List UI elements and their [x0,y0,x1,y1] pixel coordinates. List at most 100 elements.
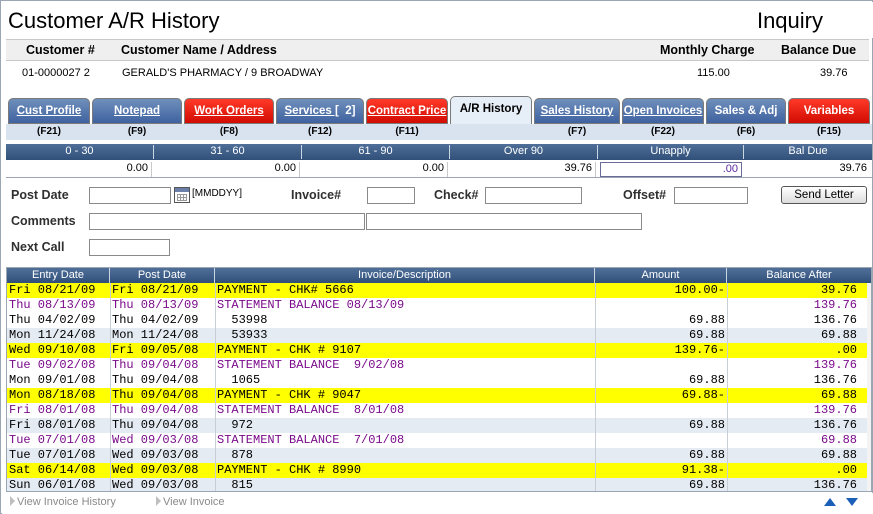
cell-post: Wed 09/03/08 [112,448,199,462]
fkey-label: (F22) [651,126,675,137]
cell-amount [595,298,725,313]
table-row[interactable]: Sat 06/14/08 Wed 09/03/08 PAYMENT - CHK # … [7,463,871,478]
tab-work-orders[interactable]: Work Orders [184,98,274,124]
cell-amount [595,403,725,418]
column-header-description[interactable]: Invoice/Description [215,268,595,283]
cell-balance: 136.76 [813,313,857,327]
mode-label: Inquiry [756,8,823,33]
table-row[interactable]: Wed 09/10/08 Fri 09/05/08 PAYMENT - CHK # … [7,343,871,358]
aging-values-row: 0.00 0.00 0.00 39.76 .00 39.76 [6,160,872,178]
check-label: Check# [434,188,479,202]
comments-input-2[interactable] [366,213,642,230]
comments-input-1[interactable] [89,213,365,230]
offset-input[interactable] [674,187,748,204]
tab-ar-history[interactable]: A/R History [450,96,532,124]
table-row[interactable]: Fri 08/01/08 Thu 09/04/08 972 69.88 136.76 [7,418,871,433]
cell-amount [595,358,725,373]
cell-balance: .00 [835,343,857,357]
table-row[interactable]: Sun 06/01/08 Wed 09/03/08 815 69.88 136.76 [7,478,871,492]
table-row[interactable]: Mon 09/01/08 Thu 09/04/08 1065 69.88 136.76 [7,373,871,388]
view-invoice-history-label: View Invoice History [17,496,116,508]
column-header-balance-after[interactable]: Balance After [727,268,871,283]
column-header-amount[interactable]: Amount [595,268,727,283]
table-row[interactable]: Fri 08/01/08 Thu 09/04/08 STATEMENT BALANC… [7,403,871,418]
cell-balance: 69.88 [820,433,857,447]
cell-entry: Thu 04/02/09 [9,313,96,327]
cell-post: Thu 09/04/08 [112,358,199,372]
cell-balance: 69.88 [820,328,857,342]
cell-desc: PAYMENT - CHK# 5666 [217,283,354,297]
cell-balance: 136.76 [813,478,857,492]
cell-amount: 69.88 [688,328,725,342]
tab-label: Sales & Adj [714,105,778,117]
cell-desc: STATEMENT BALANCE 7/01/08 [217,433,405,447]
offset-label: Offset# [623,188,667,202]
table-row[interactable]: Thu 08/13/09 Thu 08/13/09 STATEMENT BALANC… [7,298,871,313]
tab-open-invoices[interactable]: Open Invoices [622,98,704,124]
monthly-charge-value: 115.00 [697,67,730,79]
column-divider [595,283,596,491]
aging-header-31-60: 31 - 60 [154,145,302,159]
table-row[interactable]: Tue 09/02/08 Thu 09/04/08 STATEMENT BALANC… [7,358,871,373]
history-grid: Entry Date Post Date Invoice/Description… [6,267,872,492]
calendar-icon[interactable] [174,187,190,203]
aging-value-61-90: 0.00 [302,162,448,177]
function-key-row: (F21) (F9) (F8) (F12) (F11) (F7) (F22) (… [6,124,872,140]
customer-number-header: Customer # [26,43,95,57]
table-row[interactable]: Tue 07/01/08 Wed 09/03/08 STATEMENT BALANC… [7,433,871,448]
tab-variables[interactable]: Variables [788,98,870,124]
triangle-right-icon [156,496,161,506]
cell-entry: Fri 08/21/09 [9,283,96,297]
post-date-input[interactable] [89,187,171,204]
cell-desc: PAYMENT - CHK # 8990 [217,463,362,477]
next-call-input[interactable] [89,239,170,256]
tab-cust-profile[interactable]: Cust Profile [8,98,90,124]
aging-header-over-90: Over 90 [450,145,598,159]
tab-sales-history[interactable]: Sales History [534,98,620,124]
table-row[interactable]: Fri 08/21/09 Fri 08/21/09 PAYMENT - CHK# 5… [7,283,871,298]
cell-desc: 53998 [217,313,268,327]
tab-label: Open Invoices [623,105,703,117]
send-letter-button[interactable]: Send Letter [781,186,867,204]
cell-balance: 136.76 [813,418,857,432]
aging-header-unapply: Unapply [598,145,744,159]
column-header-post-date[interactable]: Post Date [110,268,215,283]
cell-entry: Sat 06/14/08 [9,463,96,477]
invoice-input[interactable] [367,187,415,204]
view-invoice-label: View Invoice [163,496,225,508]
arrow-down-icon[interactable] [846,497,858,507]
aging-value-unapply[interactable]: .00 [600,162,742,177]
cell-desc: STATEMENT BALANCE 08/13/09 [217,298,405,312]
table-row[interactable]: Mon 11/24/08 Mon 11/24/08 53933 69.88 69.88 [7,328,871,343]
aging-summary: 0 - 30 31 - 60 61 - 90 Over 90 Unapply B… [6,144,872,178]
balance-due-value: 39.76 [820,67,848,79]
column-header-entry-date[interactable]: Entry Date [7,268,110,283]
cell-entry: Fri 08/01/08 [9,403,96,417]
cell-amount: 69.88 [688,373,725,387]
table-row[interactable]: Thu 04/02/09 Thu 04/02/09 53998 69.88 136.7… [7,313,871,328]
next-call-label: Next Call [11,240,65,254]
table-row[interactable]: Mon 08/18/08 Thu 09/04/08 PAYMENT - CHK # … [7,388,871,403]
view-invoice-history-link[interactable]: View Invoice History [10,496,116,508]
aging-value-0-30: 0.00 [6,162,152,177]
tab-sales-adj[interactable]: Sales & Adj [706,98,786,124]
cell-desc: 53933 [217,328,268,342]
tab-notepad[interactable]: Notepad [92,98,182,124]
triangle-right-icon [10,496,15,506]
monthly-charge-header: Monthly Charge [660,43,755,57]
cell-entry: Mon 09/01/08 [9,373,96,387]
check-input[interactable] [485,187,582,204]
tab-services[interactable]: Services [ 2] [276,98,364,124]
aging-header-61-90: 61 - 90 [302,145,450,159]
cell-entry: Mon 11/24/08 [9,328,96,342]
window-title: Customer A/R History [8,8,220,33]
arrow-up-icon[interactable] [824,497,836,507]
cell-balance: 69.88 [820,388,857,402]
invoice-label: Invoice# [291,188,342,202]
cell-desc: PAYMENT - CHK # 9107 [217,343,362,357]
table-row[interactable]: Tue 07/01/08 Wed 09/03/08 878 69.88 69.88 [7,448,871,463]
cell-balance: 139.76 [813,403,857,417]
tab-contract-price[interactable]: Contract Price [366,98,448,124]
view-invoice-link[interactable]: View Invoice [156,496,225,508]
grid-scrollbar[interactable] [867,283,871,491]
